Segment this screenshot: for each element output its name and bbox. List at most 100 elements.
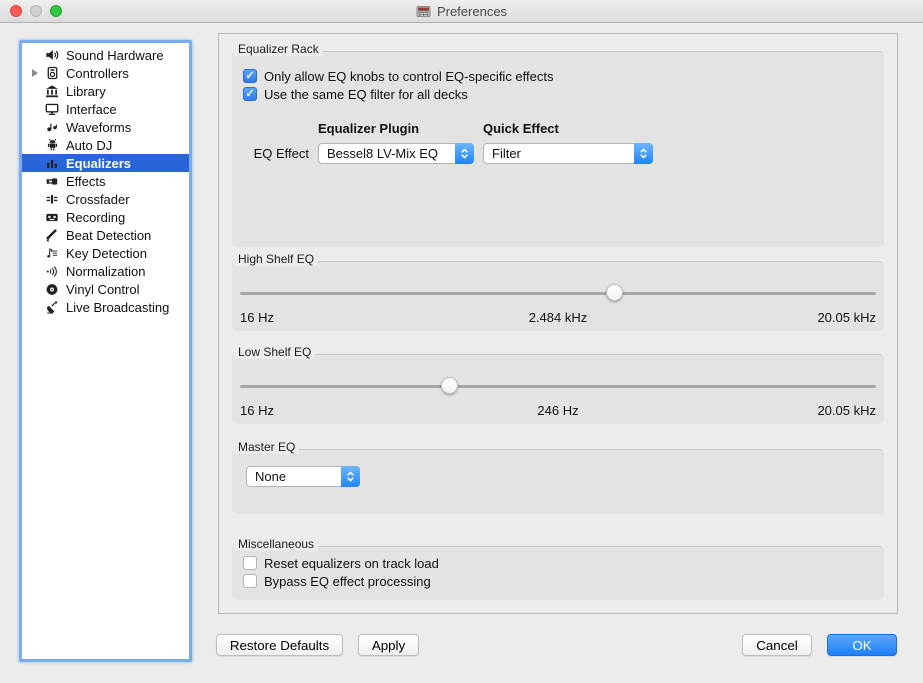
checkbox-bypass-eq[interactable]: Bypass EQ effect processing xyxy=(232,572,884,590)
checkbox-reset-equalizers[interactable]: Reset equalizers on track load xyxy=(232,554,884,572)
sidebar-item-label: Beat Detection xyxy=(66,228,151,243)
sidebar-item-beat-detection[interactable]: Beat Detection xyxy=(22,226,189,244)
sidebar-item-sound-hardware[interactable]: Sound Hardware xyxy=(22,46,189,64)
vinyl-icon xyxy=(44,282,60,297)
master-eq-select[interactable]: None xyxy=(246,466,360,487)
sidebar-item-interface[interactable]: Interface xyxy=(22,100,189,118)
equalizer-plugin-header: Equalizer Plugin xyxy=(318,121,474,136)
group-title: Miscellaneous xyxy=(234,537,318,551)
action-button-bar: Restore Defaults Apply Cancel OK xyxy=(216,634,897,656)
group-title: Equalizer Rack xyxy=(234,42,323,56)
sidebar-item-key-detection[interactable]: Key Detection xyxy=(22,244,189,262)
checkbox-box[interactable] xyxy=(243,574,257,588)
sidebar-item-label: Waveforms xyxy=(66,120,131,135)
sidebar-item-label: Interface xyxy=(66,102,117,117)
sidebar-item-equalizers[interactable]: Equalizers xyxy=(22,154,189,172)
sidebar-item-auto-dj[interactable]: Auto DJ xyxy=(22,136,189,154)
cancel-button[interactable]: Cancel xyxy=(742,634,812,656)
selected-value: None xyxy=(255,469,286,484)
master-eq-group: Master EQ None xyxy=(232,449,884,514)
equalizer-plugin-select[interactable]: Bessel8 LV-Mix EQ xyxy=(318,143,474,164)
plug-icon xyxy=(44,174,60,189)
sidebar-item-library[interactable]: Library xyxy=(22,82,189,100)
cassette-icon xyxy=(44,210,60,225)
preferences-category-list: Sound Hardware Controllers Library Inter… xyxy=(19,40,192,662)
library-icon xyxy=(44,84,60,99)
checkbox-box[interactable] xyxy=(243,87,257,101)
checkbox-same-eq-filter[interactable]: Use the same EQ filter for all decks xyxy=(232,85,884,103)
slider-thumb[interactable] xyxy=(606,284,623,301)
sidebar-item-label: Effects xyxy=(66,174,106,189)
satellite-icon xyxy=(44,300,60,315)
equalizer-icon xyxy=(44,156,60,171)
checkbox-label: Only allow EQ knobs to control EQ-specif… xyxy=(264,69,554,84)
sidebar-item-live-broadcasting[interactable]: Live Broadcasting xyxy=(22,298,189,316)
sidebar-item-effects[interactable]: Effects xyxy=(22,172,189,190)
low-shelf-eq-group: Low Shelf EQ 16 Hz 246 Hz 20.05 kHz xyxy=(232,354,884,424)
slider-track[interactable] xyxy=(240,385,876,388)
min-frequency-label: 16 Hz xyxy=(240,310,452,325)
checkbox-box[interactable] xyxy=(243,69,257,83)
group-title: Low Shelf EQ xyxy=(234,345,315,359)
sidebar-item-label: Key Detection xyxy=(66,246,147,261)
slider-track[interactable] xyxy=(240,292,876,295)
soundwave-icon xyxy=(44,264,60,279)
high-shelf-eq-group: High Shelf EQ 16 Hz 2.484 kHz 20.05 kHz xyxy=(232,261,884,331)
max-frequency-label: 20.05 kHz xyxy=(664,310,876,325)
sidebar-item-waveforms[interactable]: Waveforms xyxy=(22,118,189,136)
sidebar-item-crossfader[interactable]: Crossfader xyxy=(22,190,189,208)
waveform-icon xyxy=(44,120,60,135)
sidebar-item-label: Recording xyxy=(66,210,125,225)
checkbox-label: Use the same EQ filter for all decks xyxy=(264,87,468,102)
restore-defaults-button[interactable]: Restore Defaults xyxy=(216,634,343,656)
robot-icon xyxy=(44,138,60,153)
equalizer-rack-group: Equalizer Rack Only allow EQ knobs to co… xyxy=(232,51,884,247)
mallet-icon xyxy=(44,228,60,243)
sidebar-item-vinyl-control[interactable]: Vinyl Control xyxy=(22,280,189,298)
high-shelf-eq-slider[interactable] xyxy=(240,284,876,302)
ok-button[interactable]: OK xyxy=(827,634,897,656)
eq-effect-label: EQ Effect xyxy=(253,143,309,164)
current-frequency-label: 246 Hz xyxy=(452,403,664,418)
sidebar-item-controllers[interactable]: Controllers xyxy=(22,64,189,82)
sidebar-item-label: Library xyxy=(66,84,106,99)
sidebar-item-label: Auto DJ xyxy=(66,138,112,153)
checkbox-label: Bypass EQ effect processing xyxy=(264,574,431,589)
slider-thumb[interactable] xyxy=(441,377,458,394)
sidebar-item-label: Sound Hardware xyxy=(66,48,164,63)
checkbox-only-eq-knobs[interactable]: Only allow EQ knobs to control EQ-specif… xyxy=(232,67,884,85)
quick-effect-select[interactable]: Filter xyxy=(483,143,653,164)
sidebar-item-recording[interactable]: Recording xyxy=(22,208,189,226)
max-frequency-label: 20.05 kHz xyxy=(664,403,876,418)
min-frequency-label: 16 Hz xyxy=(240,403,452,418)
disclosure-triangle-icon[interactable] xyxy=(26,64,44,82)
mixer-icon xyxy=(416,4,431,19)
crossfader-icon xyxy=(44,192,60,207)
sidebar-item-label: Vinyl Control xyxy=(66,282,139,297)
speaker-icon xyxy=(44,48,60,63)
checkbox-label: Reset equalizers on track load xyxy=(264,556,439,571)
sidebar-item-label: Normalization xyxy=(66,264,145,279)
controller-icon xyxy=(44,66,60,81)
sidebar-item-label: Crossfader xyxy=(66,192,130,207)
group-title: Master EQ xyxy=(234,440,299,454)
miscellaneous-group: Miscellaneous Reset equalizers on track … xyxy=(232,546,884,600)
chevron-up-down-icon xyxy=(341,466,360,487)
equalizers-settings-pane: Equalizer Rack Only allow EQ knobs to co… xyxy=(218,33,898,614)
apply-button[interactable]: Apply xyxy=(358,634,419,656)
low-shelf-eq-slider[interactable] xyxy=(240,377,876,395)
sidebar-item-label: Equalizers xyxy=(66,156,131,171)
selected-value: Bessel8 LV-Mix EQ xyxy=(327,146,438,161)
chevron-up-down-icon xyxy=(455,143,474,164)
sidebar-item-label: Controllers xyxy=(66,66,129,81)
selected-value: Filter xyxy=(492,146,521,161)
sidebar-item-label: Live Broadcasting xyxy=(66,300,169,315)
sidebar-item-normalization[interactable]: Normalization xyxy=(22,262,189,280)
title-bar: Preferences xyxy=(0,0,923,23)
checkbox-box[interactable] xyxy=(243,556,257,570)
quick-effect-header: Quick Effect xyxy=(483,121,653,136)
window-title: Preferences xyxy=(437,4,507,19)
display-icon xyxy=(44,102,60,117)
current-frequency-label: 2.484 kHz xyxy=(452,310,664,325)
chevron-up-down-icon xyxy=(634,143,653,164)
